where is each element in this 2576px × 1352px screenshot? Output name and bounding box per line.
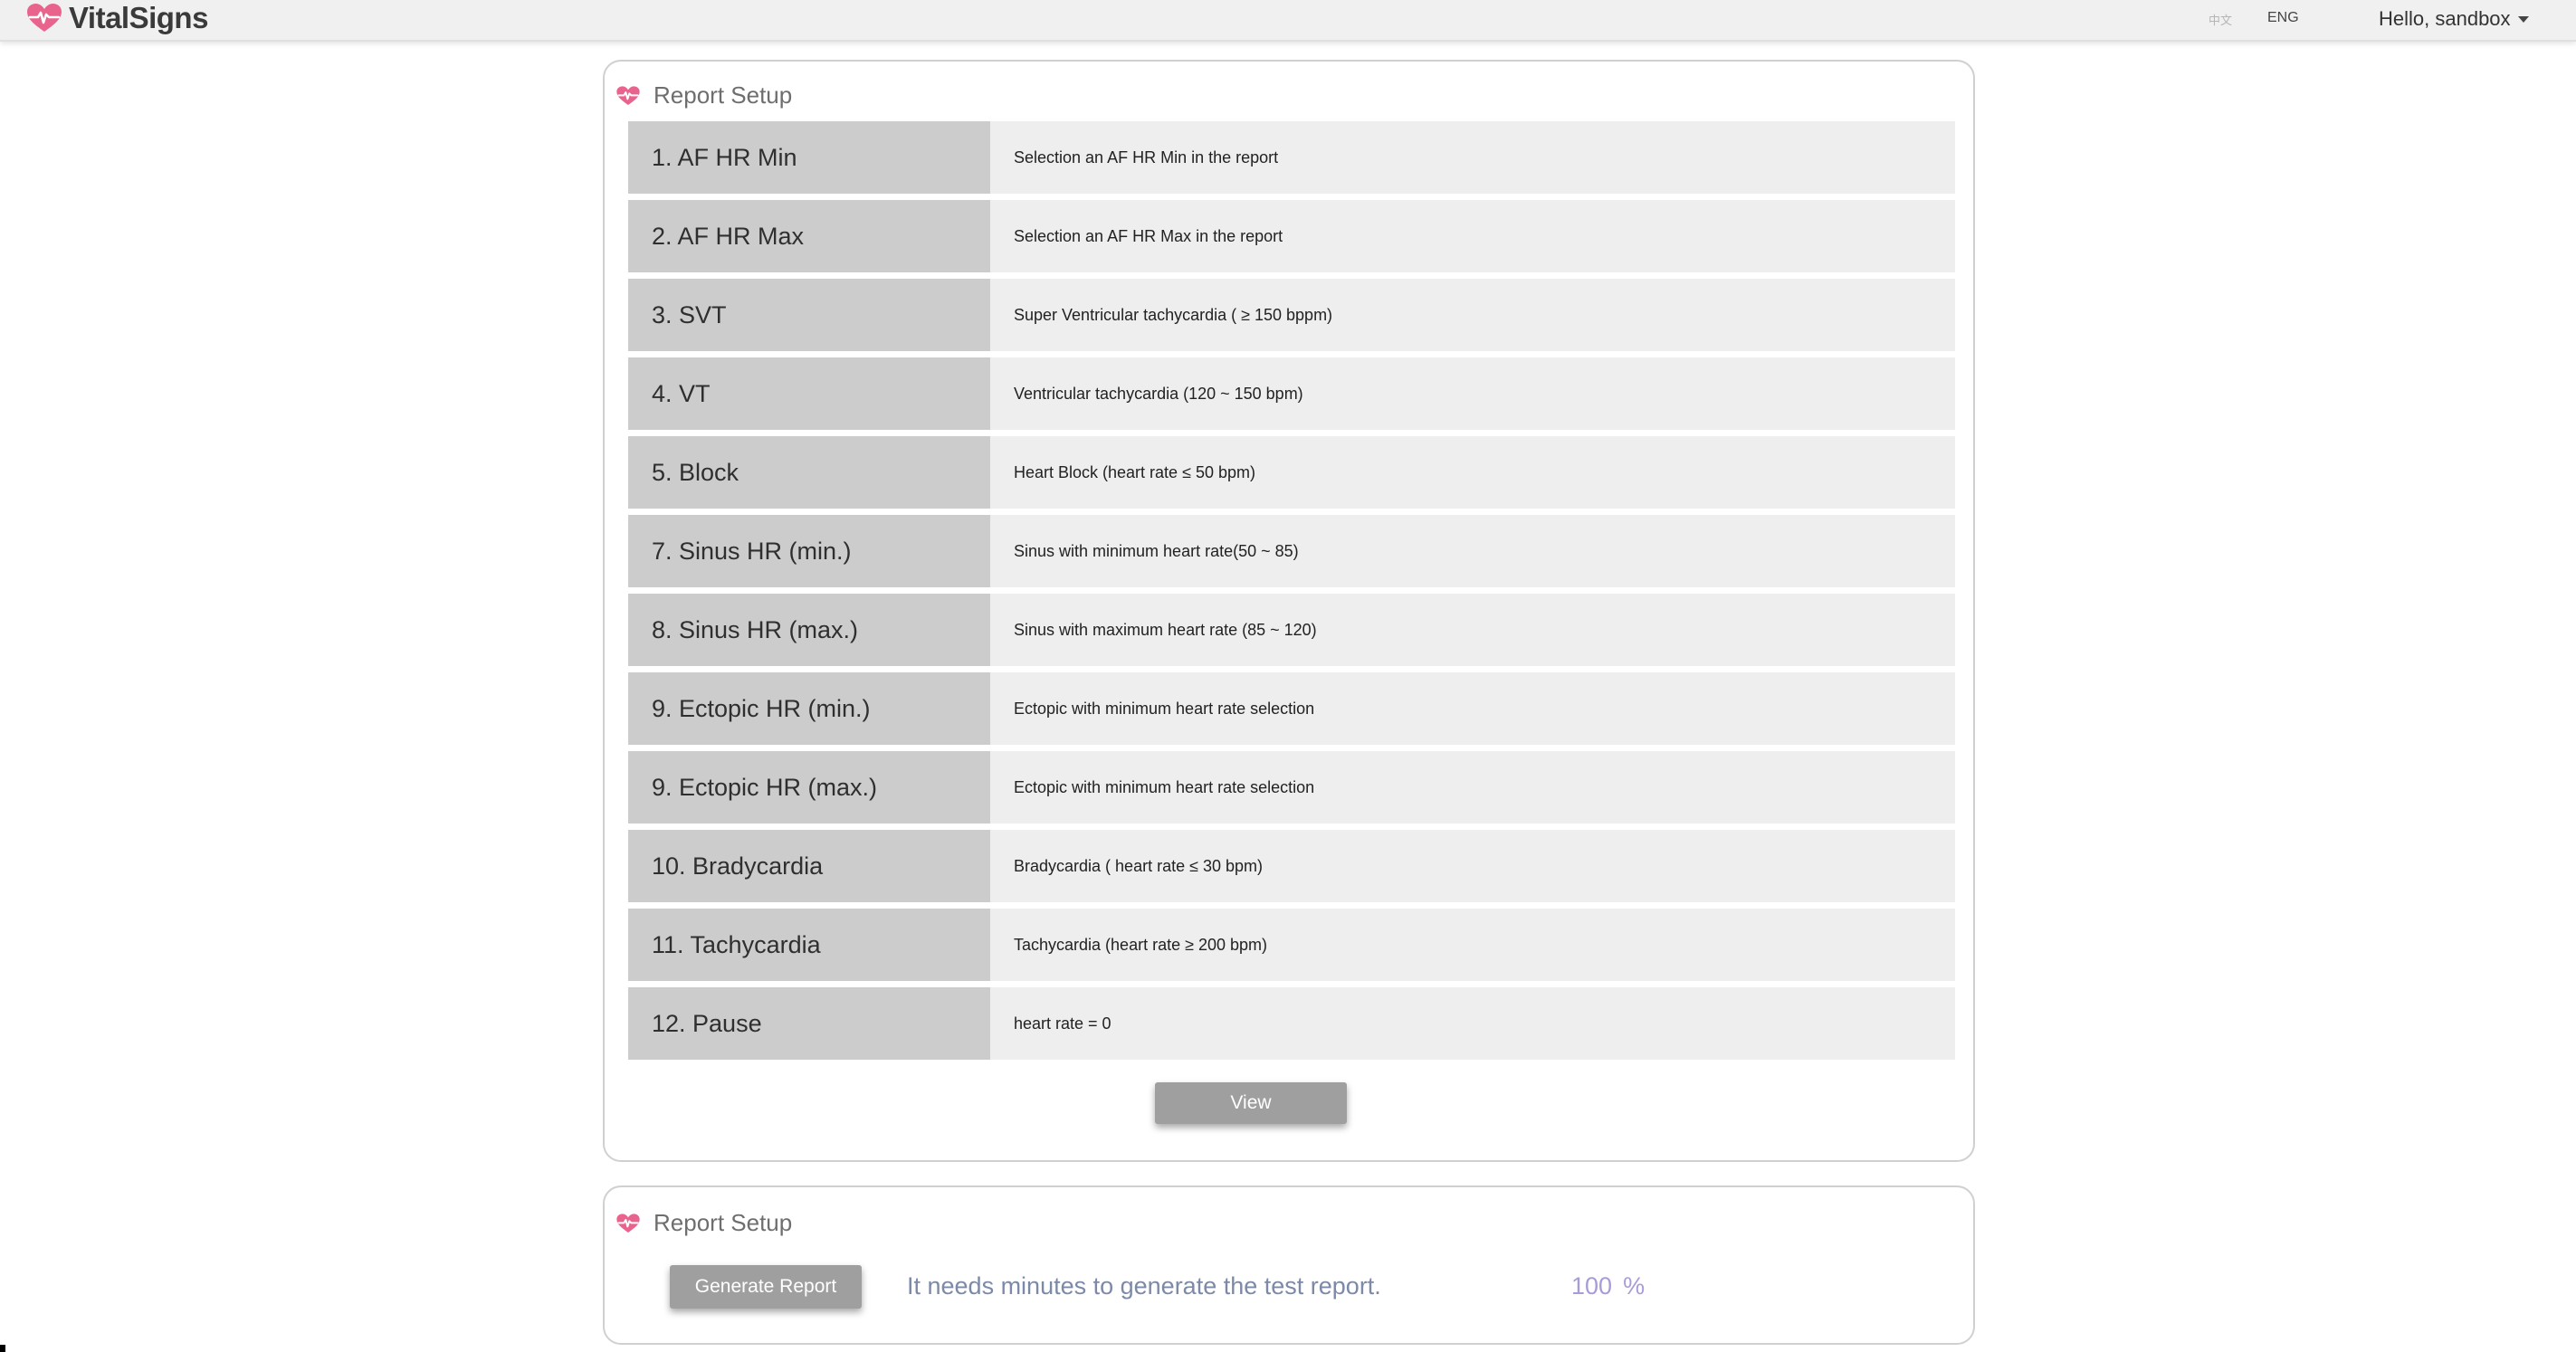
brand-logo[interactable]: VitalSigns bbox=[25, 0, 208, 36]
option-description: Bradycardia ( heart rate ≤ 30 bpm) bbox=[990, 830, 1955, 902]
panel-title: Report Setup bbox=[654, 1209, 793, 1236]
option-label[interactable]: 7. Sinus HR (min.) bbox=[628, 515, 990, 587]
option-label[interactable]: 3. SVT bbox=[628, 279, 990, 351]
option-row-af-hr-max: 2. AF HR Max Selection an AF HR Max in t… bbox=[628, 200, 1955, 272]
language-english-link[interactable]: ENG bbox=[2267, 10, 2299, 26]
panel-title: Report Setup bbox=[654, 81, 793, 109]
option-label[interactable]: 8. Sinus HR (max.) bbox=[628, 594, 990, 666]
option-description: Heart Block (heart rate ≤ 50 bpm) bbox=[990, 436, 1955, 509]
report-setup-panel: Report Setup 1. AF HR Min Selection an A… bbox=[603, 60, 1975, 1162]
brand-name: VitalSigns bbox=[69, 1, 208, 34]
option-row-bradycardia: 10. Bradycardia Bradycardia ( heart rate… bbox=[628, 830, 1955, 902]
window-corner bbox=[0, 1345, 5, 1352]
generate-report-panel: Report Setup Generate Report It needs mi… bbox=[603, 1185, 1975, 1345]
option-label[interactable]: 11. Tachycardia bbox=[628, 909, 990, 981]
option-description: Super Ventricular tachycardia ( ≥ 150 bp… bbox=[990, 279, 1955, 351]
report-options-list: 1. AF HR Min Selection an AF HR Min in t… bbox=[628, 121, 1955, 1066]
option-label[interactable]: 9. Ectopic HR (min.) bbox=[628, 672, 990, 745]
user-menu-dropdown[interactable]: Hello, sandbox bbox=[2379, 7, 2529, 31]
option-description: Ventricular tachycardia (120 ~ 150 bpm) bbox=[990, 357, 1955, 430]
option-row-svt: 3. SVT Super Ventricular tachycardia ( ≥… bbox=[628, 279, 1955, 351]
option-label[interactable]: 4. VT bbox=[628, 357, 990, 430]
option-row-vt: 4. VT Ventricular tachycardia (120 ~ 150… bbox=[628, 357, 1955, 430]
option-row-ectopic-hr-max: 9. Ectopic HR (max.) Ectopic with minimu… bbox=[628, 751, 1955, 824]
option-row-ectopic-hr-min: 9. Ectopic HR (min.) Ectopic with minimu… bbox=[628, 672, 1955, 745]
option-row-pause: 12. Pause heart rate = 0 bbox=[628, 987, 1955, 1060]
option-label[interactable]: 1. AF HR Min bbox=[628, 121, 990, 194]
panel-header: Report Setup bbox=[615, 81, 792, 109]
option-description: Selection an AF HR Max in the report bbox=[990, 200, 1955, 272]
heart-pulse-icon bbox=[616, 85, 640, 105]
option-row-tachycardia: 11. Tachycardia Tachycardia (heart rate … bbox=[628, 909, 1955, 981]
option-description: Selection an AF HR Min in the report bbox=[990, 121, 1955, 194]
panel-header: Report Setup bbox=[615, 1209, 792, 1237]
option-row-sinus-hr-max: 8. Sinus HR (max.) Sinus with maximum he… bbox=[628, 594, 1955, 666]
option-label[interactable]: 9. Ectopic HR (max.) bbox=[628, 751, 990, 824]
caret-down-icon bbox=[2517, 15, 2529, 23]
heart-pulse-icon bbox=[616, 1213, 640, 1233]
option-row-sinus-hr-min: 7. Sinus HR (min.) Sinus with minimum he… bbox=[628, 515, 1955, 587]
generation-status-message: It needs minutes to generate the test re… bbox=[907, 1272, 1381, 1300]
generate-report-button[interactable]: Generate Report bbox=[670, 1265, 862, 1309]
option-row-block: 5. Block Heart Block (heart rate ≤ 50 bp… bbox=[628, 436, 1955, 509]
option-label[interactable]: 5. Block bbox=[628, 436, 990, 509]
option-description: Tachycardia (heart rate ≥ 200 bpm) bbox=[990, 909, 1955, 981]
option-label[interactable]: 10. Bradycardia bbox=[628, 830, 990, 902]
progress-unit: % bbox=[1623, 1272, 1646, 1300]
heart-pulse-icon bbox=[27, 4, 62, 32]
option-description: Sinus with minimum heart rate(50 ~ 85) bbox=[990, 515, 1955, 587]
progress-value: 100 bbox=[1571, 1272, 1613, 1300]
top-navbar: VitalSigns 中文 ENG Hello, sandbox bbox=[0, 0, 2576, 42]
generation-progress: 100% bbox=[1571, 1272, 1645, 1300]
option-description: heart rate = 0 bbox=[990, 987, 1955, 1060]
option-description: Ectopic with minimum heart rate selectio… bbox=[990, 751, 1955, 824]
option-label[interactable]: 12. Pause bbox=[628, 987, 990, 1060]
view-button[interactable]: View bbox=[1155, 1082, 1347, 1124]
language-chinese-link[interactable]: 中文 bbox=[2209, 11, 2232, 28]
option-label[interactable]: 2. AF HR Max bbox=[628, 200, 990, 272]
option-row-af-hr-min: 1. AF HR Min Selection an AF HR Min in t… bbox=[628, 121, 1955, 194]
option-description: Sinus with maximum heart rate (85 ~ 120) bbox=[990, 594, 1955, 666]
option-description: Ectopic with minimum heart rate selectio… bbox=[990, 672, 1955, 745]
user-greeting: Hello, sandbox bbox=[2379, 7, 2511, 30]
